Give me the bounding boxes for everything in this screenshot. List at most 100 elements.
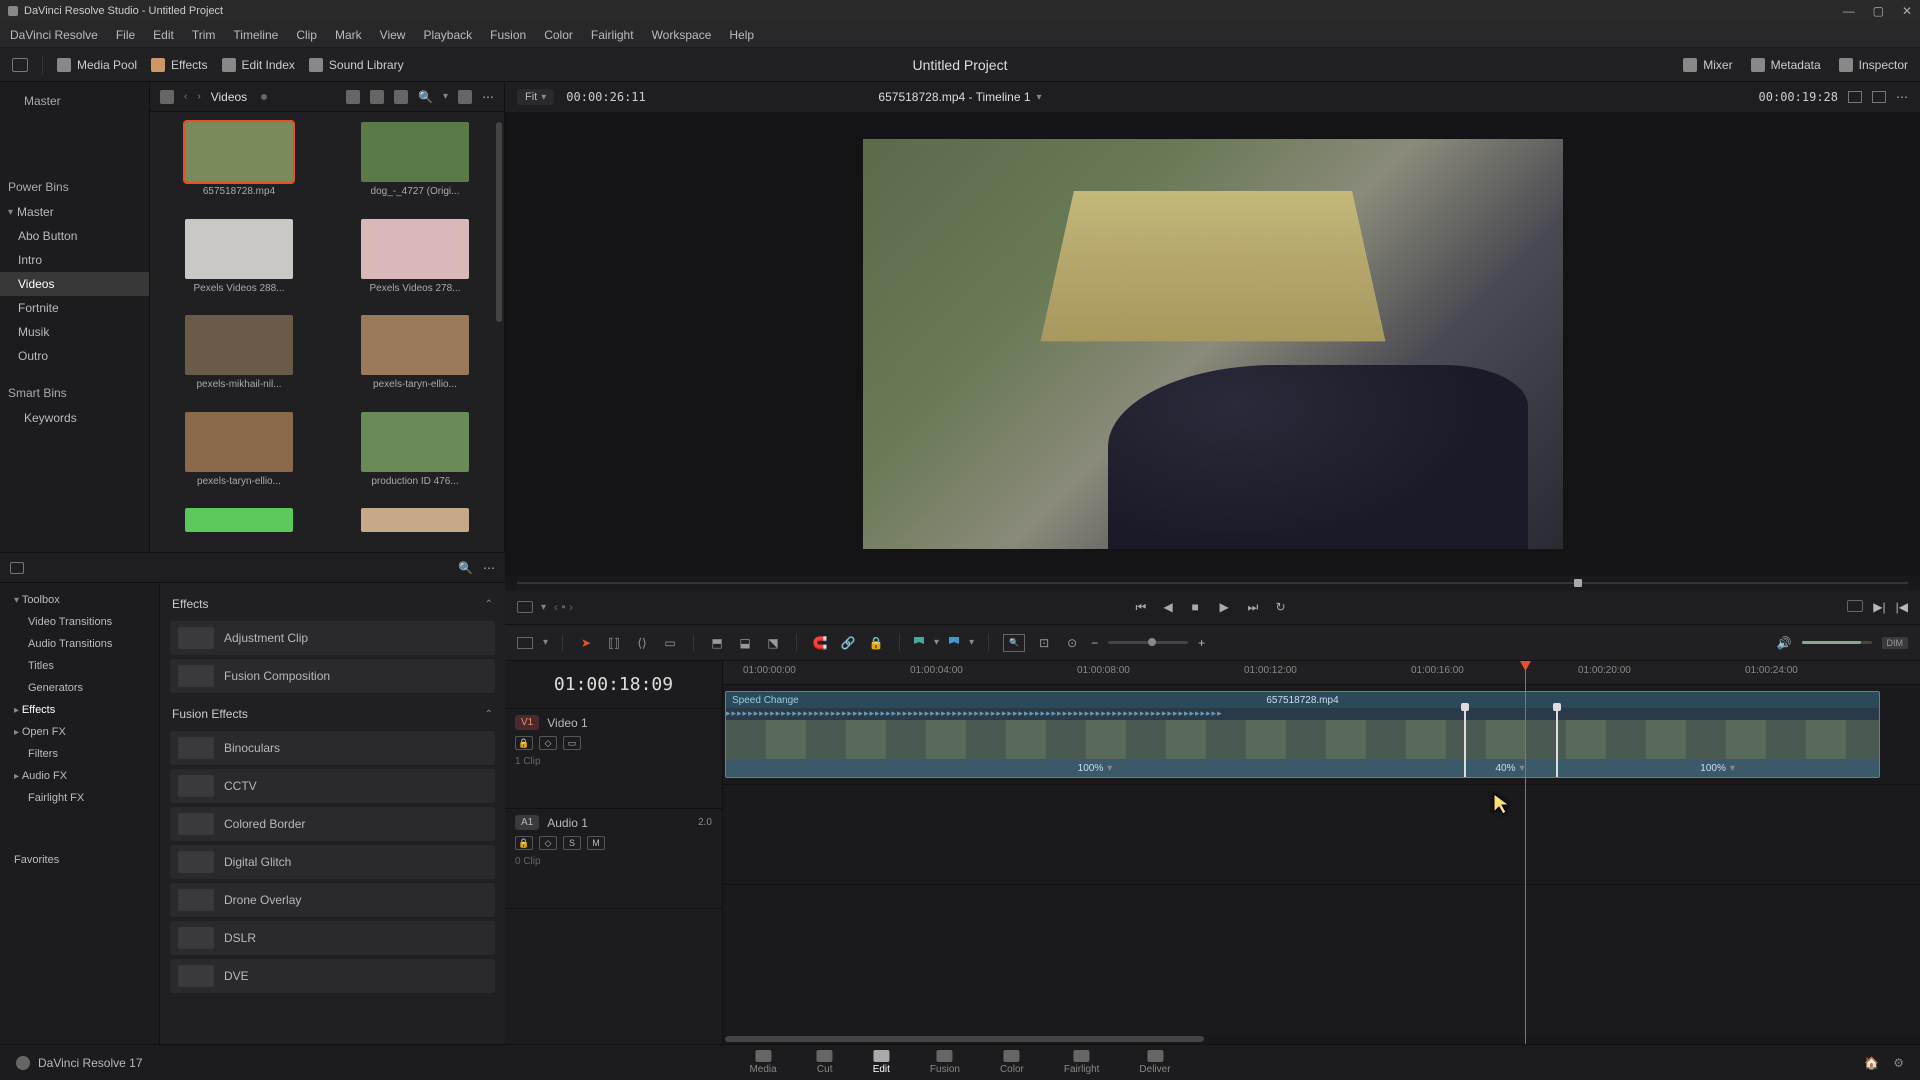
sound-library-toggle[interactable]: Sound Library: [309, 58, 404, 72]
audio-track-badge[interactable]: A1: [515, 815, 539, 830]
bin-item-outro[interactable]: Outro: [0, 344, 149, 368]
effect-item[interactable]: Adjustment Clip: [170, 621, 495, 655]
dim-toggle[interactable]: DIM: [1882, 637, 1909, 649]
effects-search-icon[interactable]: 🔍: [458, 561, 473, 575]
effects-tree-video-transitions[interactable]: Video Transitions: [0, 611, 159, 633]
effects-tree-open-fx[interactable]: ▸ Open FX: [0, 721, 159, 743]
menu-fusion[interactable]: Fusion: [490, 28, 526, 42]
speed-segment[interactable]: 40% ▾: [1464, 759, 1556, 777]
audio-track-lane[interactable]: [723, 785, 1920, 885]
media-clip[interactable]: [160, 508, 318, 542]
bin-item-fortnite[interactable]: Fortnite: [0, 296, 149, 320]
nav-forward-icon[interactable]: ›: [197, 91, 200, 102]
playhead[interactable]: [1525, 661, 1526, 1044]
home-icon[interactable]: 🏠: [1864, 1056, 1879, 1070]
bin-item-musik[interactable]: Musik: [0, 320, 149, 344]
page-fusion[interactable]: Fusion: [930, 1050, 960, 1075]
zoom-full-icon[interactable]: ⊡: [1035, 634, 1053, 652]
menu-playback[interactable]: Playback: [423, 28, 472, 42]
power-bins-header[interactable]: Power Bins: [0, 174, 149, 200]
metadata-toggle[interactable]: Metadata: [1751, 58, 1821, 72]
effect-item[interactable]: Digital Glitch: [170, 845, 495, 879]
audio-solo-button[interactable]: S: [563, 836, 581, 850]
media-clip[interactable]: pexels-mikhail-nil...: [160, 315, 318, 400]
audio-lock-icon[interactable]: 🔒: [515, 836, 533, 850]
effects-tree-filters[interactable]: Filters: [0, 743, 159, 765]
timeline-ruler[interactable]: 01:00:00:0001:00:04:0001:00:08:0001:00:1…: [723, 661, 1920, 685]
fit-zoom-dropdown[interactable]: Fit▾: [517, 89, 554, 105]
effects-tree-audio-transitions[interactable]: Audio Transitions: [0, 633, 159, 655]
media-clip[interactable]: pexels-taryn-ellio...: [336, 315, 494, 400]
zoom-slider[interactable]: [1108, 641, 1188, 644]
media-clip[interactable]: dog_-_4727 (Origi...: [336, 122, 494, 207]
zoom-custom-icon[interactable]: ⊙: [1063, 634, 1081, 652]
effect-item[interactable]: Fusion Composition: [170, 659, 495, 693]
layout-icon[interactable]: [12, 58, 28, 72]
toolbox-item[interactable]: ▾ Toolbox: [0, 589, 159, 611]
video-track-lane[interactable]: Speed Change 657518728.mp4 ▸▸▸▸▸▸▸▸▸▸▸▸▸…: [723, 685, 1920, 785]
video-clip[interactable]: Speed Change 657518728.mp4 ▸▸▸▸▸▸▸▸▸▸▸▸▸…: [725, 691, 1880, 778]
effect-item[interactable]: DSLR: [170, 921, 495, 955]
menu-davinci-resolve[interactable]: DaVinci Resolve: [10, 28, 98, 42]
minimize-button[interactable]: —: [1843, 4, 1855, 18]
menu-fairlight[interactable]: Fairlight: [591, 28, 634, 42]
menu-view[interactable]: View: [380, 28, 406, 42]
power-master[interactable]: ▾Master: [0, 200, 149, 224]
smart-bins-header[interactable]: Smart Bins: [0, 380, 149, 406]
timeline-view-icon[interactable]: [517, 637, 533, 649]
viewer-options-icon[interactable]: ⋯: [1896, 90, 1908, 104]
effects-tree-titles[interactable]: Titles: [0, 655, 159, 677]
effects-tree-effects[interactable]: ▸ Effects: [0, 699, 159, 721]
video-track-badge[interactable]: V1: [515, 715, 539, 730]
page-edit[interactable]: Edit: [873, 1050, 890, 1075]
menu-mark[interactable]: Mark: [335, 28, 362, 42]
speed-segment[interactable]: 100% ▾: [726, 759, 1464, 777]
stacked-view-icon[interactable]: [346, 90, 360, 104]
volume-slider[interactable]: [1802, 641, 1872, 644]
dual-viewer-icon[interactable]: [1872, 91, 1886, 103]
favorites-item[interactable]: Favorites: [0, 849, 159, 871]
close-button[interactable]: ✕: [1902, 4, 1912, 18]
effect-item[interactable]: Colored Border: [170, 807, 495, 841]
single-viewer-icon[interactable]: [1848, 91, 1862, 103]
menu-timeline[interactable]: Timeline: [233, 28, 278, 42]
track-lock-icon[interactable]: 🔒: [515, 736, 533, 750]
effect-item[interactable]: Binoculars: [170, 731, 495, 765]
dynamic-trim-tool[interactable]: ⟨⟩: [633, 634, 651, 652]
go-next-icon[interactable]: ▶|: [1873, 600, 1885, 614]
link-toggle[interactable]: 🔗: [839, 634, 857, 652]
effects-view-icon[interactable]: [10, 562, 24, 574]
options-icon[interactable]: ⋯: [482, 90, 494, 104]
audio-auto-icon[interactable]: ◇: [539, 836, 557, 850]
trim-tool[interactable]: ⟦⟧: [605, 634, 623, 652]
step-back-button[interactable]: ◀: [1164, 600, 1178, 614]
list-view-icon[interactable]: [394, 90, 408, 104]
speed-point-handle[interactable]: [1464, 707, 1466, 777]
speed-point-handle[interactable]: [1556, 707, 1558, 777]
effects-options-icon[interactable]: ⋯: [483, 561, 495, 575]
effect-item[interactable]: CCTV: [170, 769, 495, 803]
page-media[interactable]: Media: [749, 1050, 776, 1075]
page-fairlight[interactable]: Fairlight: [1064, 1050, 1100, 1075]
nav-back-icon[interactable]: ‹: [184, 91, 187, 102]
media-clip[interactable]: Pexels Videos 288...: [160, 219, 318, 304]
media-scrollbar[interactable]: [496, 122, 502, 322]
flag-marker[interactable]: [914, 637, 924, 649]
scrub-handle[interactable]: [1574, 579, 1582, 587]
media-clip[interactable]: [336, 508, 494, 542]
index-icon[interactable]: 🔍: [1003, 634, 1025, 652]
bypass-icon[interactable]: [517, 601, 533, 613]
search-icon[interactable]: 🔍: [418, 90, 433, 104]
blade-tool[interactable]: ▭: [661, 634, 679, 652]
page-cut[interactable]: Cut: [817, 1050, 833, 1075]
maximize-button[interactable]: ▢: [1873, 4, 1884, 18]
menu-workspace[interactable]: Workspace: [652, 28, 712, 42]
marker-icon[interactable]: [949, 637, 959, 649]
page-color[interactable]: Color: [1000, 1050, 1024, 1075]
menu-edit[interactable]: Edit: [153, 28, 174, 42]
effects-tree-generators[interactable]: Generators: [0, 677, 159, 699]
media-clip[interactable]: pexels-taryn-ellio...: [160, 412, 318, 497]
speed-segment[interactable]: 100% ▾: [1556, 759, 1879, 777]
snap-toggle[interactable]: 🧲: [811, 634, 829, 652]
menu-clip[interactable]: Clip: [296, 28, 317, 42]
